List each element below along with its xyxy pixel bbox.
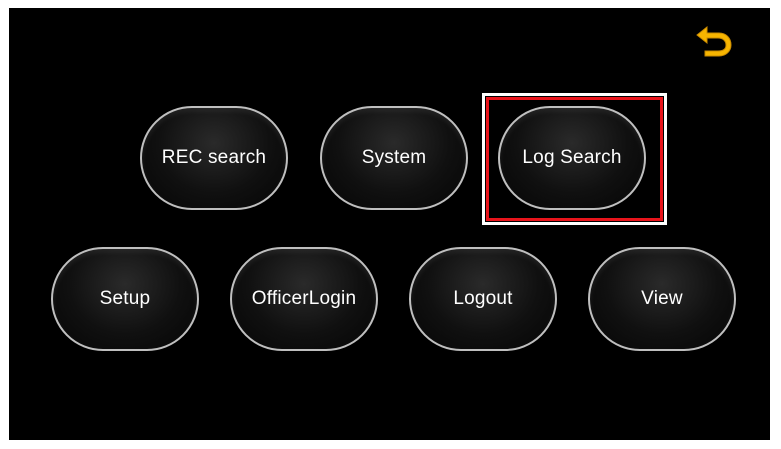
officer-login-button[interactable]: OfficerLogin	[230, 247, 378, 351]
system-label: System	[361, 147, 427, 168]
back-arrow-icon	[696, 25, 732, 57]
setup-label: Setup	[99, 288, 151, 309]
menu-screen: REC search System Log Search Setup Offic…	[9, 8, 770, 440]
logout-button[interactable]: Logout	[409, 247, 557, 351]
setup-button[interactable]: Setup	[51, 247, 199, 351]
officer-login-label: OfficerLogin	[251, 288, 357, 309]
system-button[interactable]: System	[320, 106, 468, 210]
view-button[interactable]: View	[588, 247, 736, 351]
log-search-label: Log Search	[522, 147, 622, 168]
view-label: View	[641, 288, 683, 309]
back-button[interactable]	[695, 23, 733, 57]
rec-search-label: REC search	[161, 147, 267, 168]
log-search-button[interactable]: Log Search	[498, 106, 646, 210]
rec-search-button[interactable]: REC search	[140, 106, 288, 210]
logout-label: Logout	[453, 288, 513, 309]
